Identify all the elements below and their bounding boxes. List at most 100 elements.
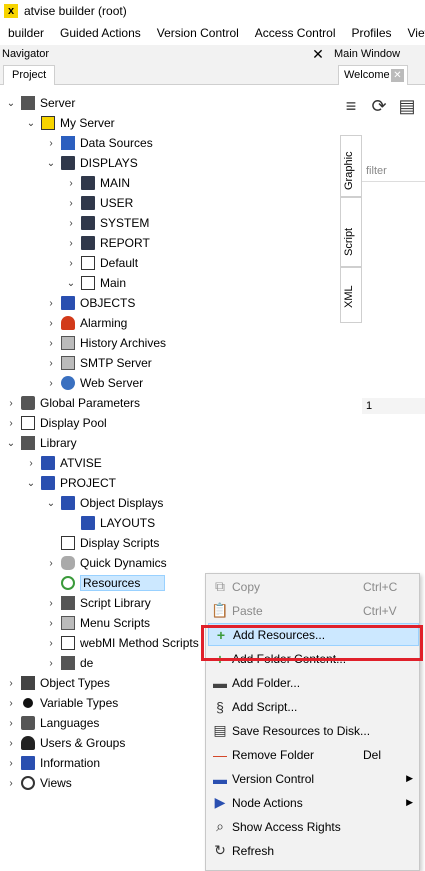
chevron-down-icon[interactable]: ⌄ [4,438,18,449]
chevron-right-icon[interactable]: › [64,178,78,189]
chevron-down-icon[interactable]: ⌄ [24,118,38,129]
tree-item[interactable]: › SMTP Server [44,353,152,373]
refresh-icon[interactable]: ⟳ [368,95,390,117]
tree-item[interactable]: › Display Pool [4,413,107,433]
menu-profiles[interactable]: Profiles [344,26,400,40]
tree-item[interactable]: › Menu Scripts [44,613,150,633]
chevron-right-icon[interactable]: › [24,458,38,469]
menu-access-control[interactable]: Access Control [247,26,344,40]
chevron-down-icon[interactable]: ⌄ [44,498,58,509]
tree-item[interactable]: ⌄ Library [4,433,77,453]
chevron-right-icon[interactable]: › [64,258,78,269]
menu-item-node-actions[interactable]: ▶ Node Actions ▶ [208,791,419,814]
chevron-right-icon[interactable]: › [4,698,18,709]
tree-item[interactable]: › USER [64,193,133,213]
tree-item[interactable]: LAYOUTS [64,513,155,533]
filter-input[interactable]: filter [362,160,425,182]
menu-item-version-control[interactable]: ▬ Version Control ▶ [208,767,419,790]
tree-item[interactable]: › SYSTEM [64,213,149,233]
tree-item[interactable]: ⌄ My Server [24,113,115,133]
tab-graphic[interactable]: Graphic [340,135,362,197]
tab-xml[interactable]: XML [340,267,362,323]
tree-item[interactable]: › Object Types [4,673,110,693]
chevron-right-icon[interactable]: › [4,418,18,429]
chevron-right-icon[interactable]: › [64,238,78,249]
menu-item-add-folder[interactable]: ▬ Add Folder... [208,671,419,694]
tree-item[interactable]: › webMI Method Scripts [44,633,199,653]
tree-item[interactable]: › Users & Groups [4,733,125,753]
chevron-down-icon[interactable]: ⌄ [64,278,78,289]
tree-item-label: Views [40,776,72,790]
chevron-down-icon[interactable]: ⌄ [24,478,38,489]
chevron-right-icon[interactable]: › [64,218,78,229]
menu-item-show-access-rights[interactable]: ⌕ Show Access Rights [208,815,419,838]
chevron-right-icon[interactable]: › [4,718,18,729]
chevron-right-icon[interactable]: › [44,358,58,369]
chevron-right-icon[interactable]: › [4,678,18,689]
close-icon[interactable]: ✕ [391,69,404,82]
chevron-right-icon[interactable]: › [44,318,58,329]
menu-version-control[interactable]: Version Control [149,26,247,40]
tree-item[interactable]: › Views [4,773,72,793]
tab-project[interactable]: Project [3,65,55,85]
paste-icon: 📋 [211,602,229,618]
tree-item[interactable]: › Default [64,253,138,273]
chevron-down-icon[interactable]: ⌄ [44,158,58,169]
tab-welcome[interactable]: Welcome ✕ [338,65,408,85]
tree-item[interactable]: › History Archives [44,333,166,353]
tree-item[interactable]: ⌄ DISPLAYS [44,153,138,173]
menu-item-add-script[interactable]: § Add Script... [208,695,419,718]
tree-item-label: History Archives [80,336,167,350]
web-server-icon [61,376,75,390]
chevron-right-icon[interactable]: › [4,738,18,749]
menu-item-refresh[interactable]: ↻ Refresh [208,839,419,862]
menu-views[interactable]: Views [400,26,425,40]
chevron-down-icon[interactable]: ⌄ [4,98,18,109]
chevron-right-icon[interactable]: › [44,338,58,349]
tree-item[interactable]: › Script Library [44,593,151,613]
tree-item[interactable]: Display Scripts [44,533,159,553]
tab-script[interactable]: Script [340,197,362,267]
chevron-right-icon[interactable]: › [4,758,18,769]
tree-item[interactable]: ⌄ PROJECT [24,473,116,493]
tree-item-label: Users & Groups [40,736,126,750]
tree-item[interactable]: › Quick Dynamics [44,553,167,573]
chevron-right-icon[interactable]: › [4,398,18,409]
tree-item[interactable]: › Variable Types [4,693,118,713]
tree-item[interactable]: › REPORT [64,233,150,253]
menu-item-save-resources-to-disk[interactable]: ▤ Save Resources to Disk... [208,719,419,742]
tree-item[interactable]: ⌄ Server [4,93,75,113]
tree-item[interactable]: › OBJECTS [44,293,135,313]
tree-item[interactable]: ⌄ Object Displays [44,493,163,513]
tab-welcome-label: Welcome [344,69,390,81]
tree-item[interactable]: ⌄ Main [64,273,126,293]
menu-guided-actions[interactable]: Guided Actions [52,26,149,40]
tree-item[interactable]: › de [44,653,93,673]
align-icon[interactable]: ≡ [340,95,362,117]
tree-item-label: Display Pool [40,416,107,430]
save-icon[interactable]: ▤ [396,95,418,117]
chevron-right-icon[interactable]: › [44,298,58,309]
tree-item[interactable]: › Information [4,753,100,773]
chevron-right-icon[interactable]: › [4,778,18,789]
navigator-close-icon[interactable]: ✕ [311,45,325,63]
chevron-right-icon[interactable]: › [64,198,78,209]
tree-item[interactable]: › Languages [4,713,99,733]
tree-item[interactable]: › MAIN [64,173,130,193]
tree-item[interactable]: › Web Server [44,373,143,393]
chevron-right-icon[interactable]: › [44,138,58,149]
menu-item-remove-folder[interactable]: — Remove Folder Del [208,743,419,766]
menu-builder[interactable]: builder [0,26,52,40]
chevron-right-icon[interactable]: › [44,558,58,569]
tree-item[interactable]: › Data Sources [44,133,153,153]
tree-item[interactable]: Resources [44,573,166,593]
chevron-right-icon[interactable]: › [44,618,58,629]
chevron-right-icon[interactable]: › [44,658,58,669]
chevron-right-icon[interactable]: › [44,598,58,609]
chevron-right-icon[interactable]: › [44,378,58,389]
tree-item[interactable]: › Global Parameters [4,393,140,413]
tree-item[interactable]: › Alarming [44,313,127,333]
tree-item[interactable]: › ATVISE [24,453,102,473]
copy-icon: ⧉ [215,578,225,594]
chevron-right-icon[interactable]: › [44,638,58,649]
